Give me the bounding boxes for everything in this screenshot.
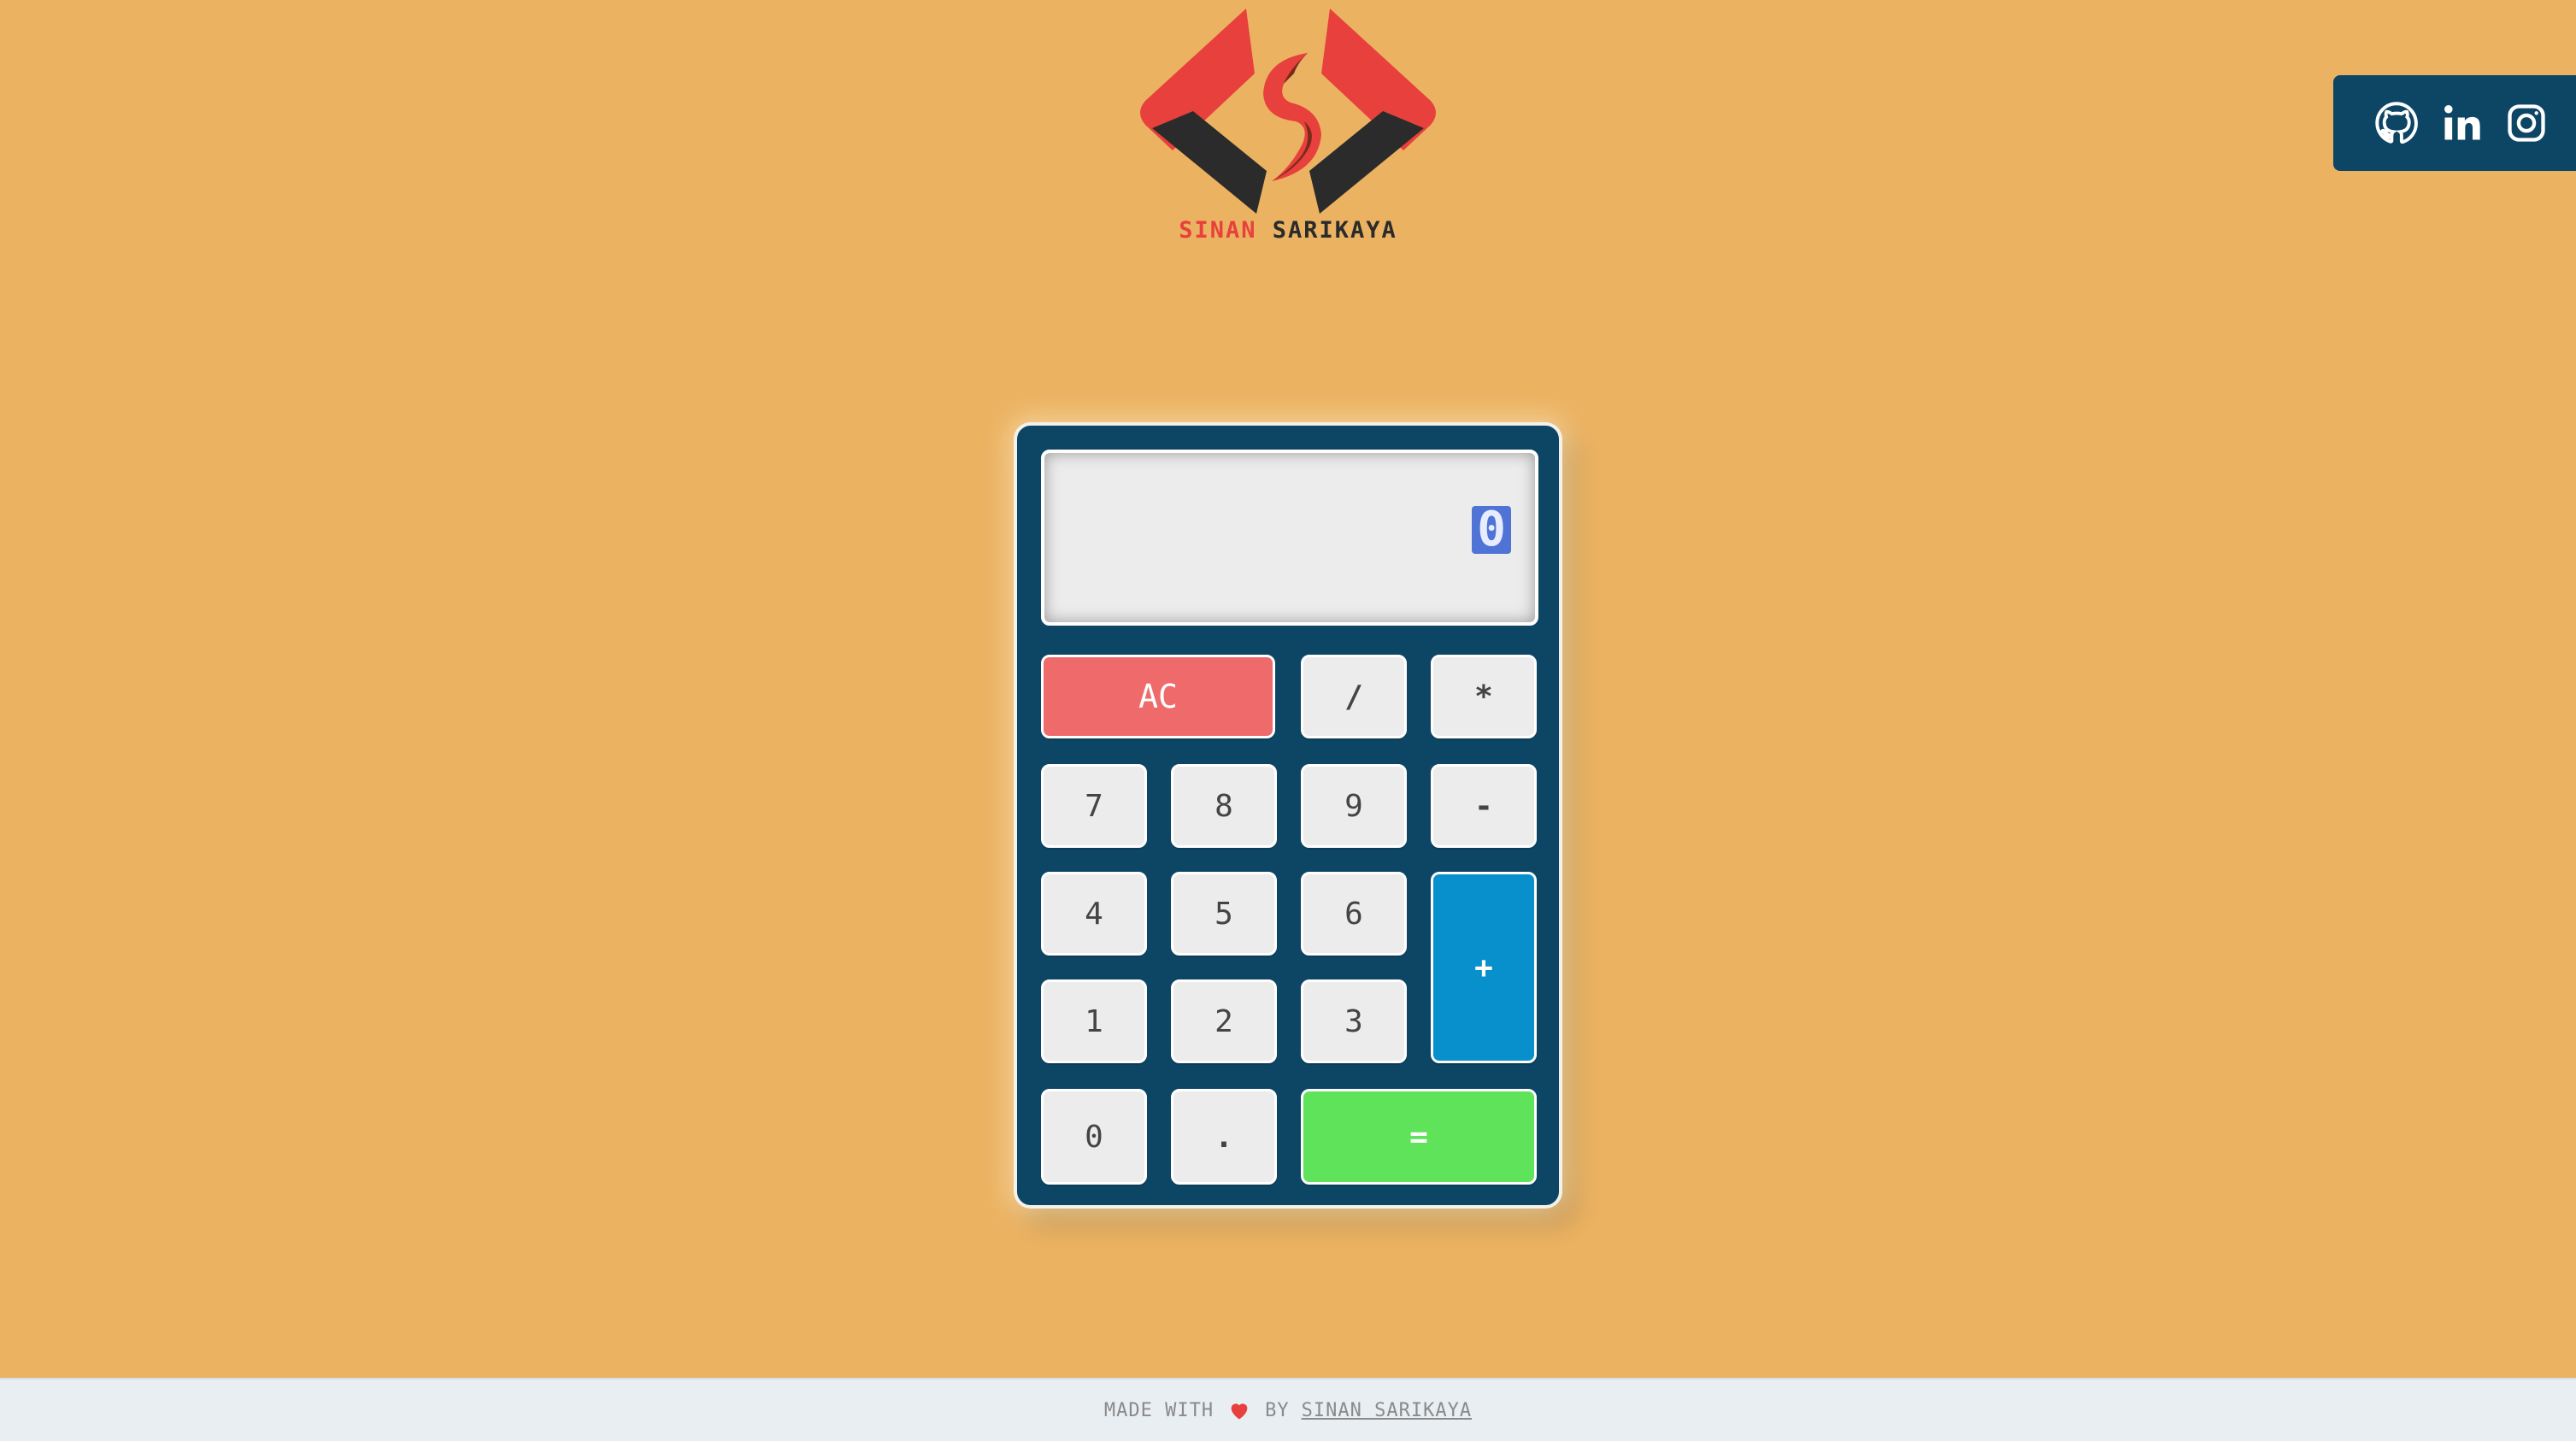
digit-5-button[interactable]: 5 — [1171, 872, 1277, 956]
calculator: 0 AC / * 7 8 9 - 4 5 6 + 1 2 3 0 . = — [1014, 422, 1562, 1209]
calculator-display: 0 — [1041, 450, 1538, 626]
github-icon[interactable] — [2374, 101, 2419, 145]
divide-button[interactable]: / — [1301, 655, 1407, 738]
digit-0-button[interactable]: 0 — [1041, 1089, 1147, 1185]
minus-button[interactable]: - — [1431, 764, 1537, 848]
social-links-bar — [2333, 75, 2576, 171]
display-value: 0 — [1472, 506, 1511, 554]
digit-3-button[interactable]: 3 — [1301, 979, 1407, 1063]
footer: MADE WITH BY SINAN SARIKAYA — [0, 1378, 2576, 1441]
sinan-sarikaya-logo-icon — [1140, 9, 1436, 214]
digit-7-button[interactable]: 7 — [1041, 764, 1147, 848]
decimal-button[interactable]: . — [1171, 1089, 1277, 1185]
logo-wordmark: SINAN SARIKAYA — [1128, 217, 1448, 244]
footer-by: BY — [1265, 1399, 1290, 1421]
multiply-button[interactable]: * — [1431, 655, 1537, 738]
logo-first-name: SINAN — [1179, 217, 1257, 244]
footer-made-with: MADE WITH — [1103, 1399, 1214, 1421]
linkedin-icon[interactable] — [2439, 101, 2484, 145]
brand-logo: SINAN SARIKAYA — [1128, 0, 1448, 256]
heart-icon — [1231, 1403, 1248, 1420]
equals-button[interactable]: = — [1301, 1089, 1537, 1185]
author-link[interactable]: SINAN SARIKAYA — [1302, 1400, 1472, 1421]
digit-6-button[interactable]: 6 — [1301, 872, 1407, 956]
digit-4-button[interactable]: 4 — [1041, 872, 1147, 956]
clear-button[interactable]: AC — [1041, 655, 1275, 738]
instagram-icon[interactable] — [2504, 101, 2549, 145]
plus-button[interactable]: + — [1431, 872, 1537, 1063]
digit-9-button[interactable]: 9 — [1301, 764, 1407, 848]
digit-2-button[interactable]: 2 — [1171, 979, 1277, 1063]
logo-last-name: SARIKAYA — [1272, 217, 1397, 244]
digit-1-button[interactable]: 1 — [1041, 979, 1147, 1063]
digit-8-button[interactable]: 8 — [1171, 764, 1277, 848]
